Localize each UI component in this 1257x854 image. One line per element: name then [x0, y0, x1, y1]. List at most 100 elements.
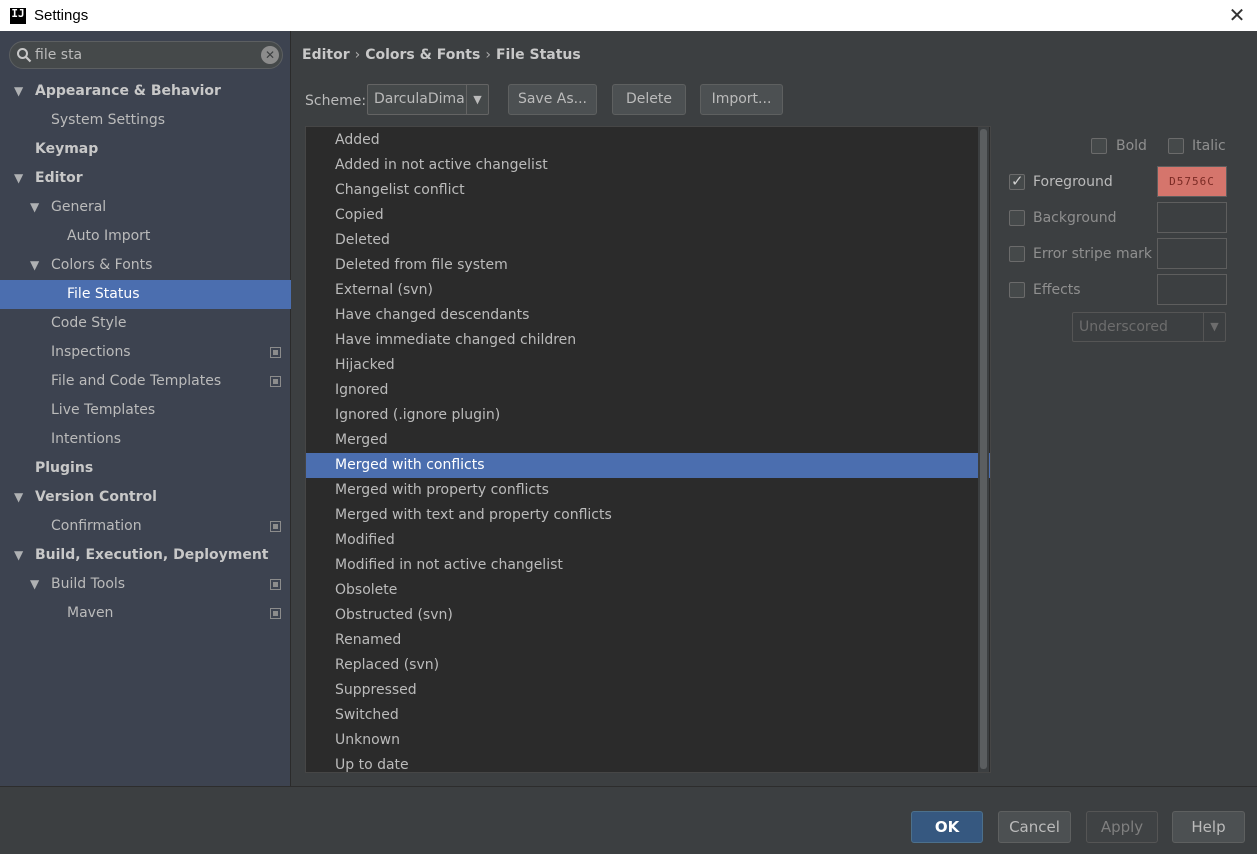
- sidebar-item-build-execution-deployment[interactable]: ▼ Build, Execution, Deployment: [0, 541, 291, 570]
- scheme-dropdown[interactable]: DarculaDima ▼: [367, 84, 489, 115]
- sidebar-item-general[interactable]: ▼ General: [0, 193, 291, 222]
- chevron-down-icon[interactable]: ▼: [30, 570, 42, 599]
- chevron-down-icon[interactable]: ▼: [14, 541, 26, 570]
- list-item[interactable]: Have immediate changed children: [306, 328, 990, 353]
- sidebar-item-build-tools[interactable]: ▼ Build Tools: [0, 570, 291, 599]
- list-item[interactable]: Obsolete: [306, 578, 990, 603]
- list-item[interactable]: Hijacked: [306, 353, 990, 378]
- sidebar-item-keymap[interactable]: Keymap: [0, 135, 291, 164]
- list-item[interactable]: Unknown: [306, 728, 990, 753]
- intellij-app-icon: IJ: [10, 7, 26, 24]
- project-scope-icon: [270, 521, 281, 532]
- sidebar-item-live-templates[interactable]: Live Templates: [0, 396, 291, 425]
- list-item[interactable]: Ignored (.ignore plugin): [306, 403, 990, 428]
- help-button[interactable]: Help: [1172, 811, 1245, 843]
- list-scrollbar[interactable]: [978, 127, 989, 772]
- chevron-down-icon[interactable]: ▼: [30, 193, 42, 222]
- list-item[interactable]: Deleted from file system: [306, 253, 990, 278]
- scheme-label: Scheme:: [305, 93, 367, 109]
- effects-label: Effects: [1033, 282, 1081, 298]
- italic-checkbox[interactable]: [1168, 138, 1184, 154]
- list-item[interactable]: Obstructed (svn): [306, 603, 990, 628]
- sidebar-item-label: Version Control: [35, 489, 157, 505]
- main-panel: Editor › Colors & Fonts › File Status Scheme…: [292, 31, 1257, 786]
- list-item[interactable]: Merged with property conflicts: [306, 478, 990, 503]
- ok-button[interactable]: OK: [911, 811, 983, 843]
- foreground-color-swatch[interactable]: D5756C: [1157, 166, 1227, 197]
- sidebar-item-system-settings[interactable]: System Settings: [0, 106, 291, 135]
- chevron-down-icon[interactable]: ▼: [30, 251, 42, 280]
- effect-type-dropdown[interactable]: Underscored ▼: [1072, 312, 1226, 342]
- search-box: ✕: [9, 41, 283, 69]
- list-item[interactable]: Renamed: [306, 628, 990, 653]
- sidebar-item-file-status[interactable]: File Status: [0, 280, 291, 309]
- list-item[interactable]: Switched: [306, 703, 990, 728]
- clear-search-icon[interactable]: ✕: [261, 46, 279, 64]
- background-color-swatch[interactable]: [1157, 202, 1227, 233]
- file-status-list[interactable]: Added Added in not active changelist Chang…: [305, 126, 991, 773]
- sidebar-item-plugins[interactable]: Plugins: [0, 454, 291, 483]
- list-item[interactable]: Merged: [306, 428, 990, 453]
- list-item[interactable]: Suppressed: [306, 678, 990, 703]
- background-checkbox[interactable]: [1009, 210, 1025, 226]
- sidebar-item-version-control[interactable]: ▼ Version Control: [0, 483, 291, 512]
- list-item[interactable]: Added in not active changelist: [306, 153, 990, 178]
- chevron-down-icon[interactable]: ▼: [14, 164, 26, 193]
- sidebar-item-confirmation[interactable]: Confirmation: [0, 512, 291, 541]
- sidebar-item-label: Live Templates: [51, 402, 156, 418]
- breadcrumb-separator: ›: [354, 47, 361, 63]
- list-item[interactable]: Ignored: [306, 378, 990, 403]
- sidebar-item-appearance-behavior[interactable]: ▼ Appearance & Behavior: [0, 77, 291, 106]
- sidebar-item-inspections[interactable]: Inspections: [0, 338, 291, 367]
- sidebar-item-label: Build, Execution, Deployment: [35, 547, 269, 563]
- sidebar-item-label: Colors & Fonts: [51, 257, 153, 273]
- list-item[interactable]: Modified in not active changelist: [306, 553, 990, 578]
- scrollbar-thumb[interactable]: [980, 129, 987, 769]
- sidebar-item-maven[interactable]: Maven: [0, 599, 291, 628]
- search-input[interactable]: [35, 45, 255, 65]
- sidebar-item-label: File and Code Templates: [51, 373, 222, 389]
- list-item[interactable]: Merged with text and property conflicts: [306, 503, 990, 528]
- list-item[interactable]: Merged with conflicts: [306, 453, 990, 478]
- sidebar-item-label: Build Tools: [51, 576, 126, 592]
- cancel-button[interactable]: Cancel: [998, 811, 1071, 843]
- bold-checkbox[interactable]: [1091, 138, 1107, 154]
- dialog-footer: OK Cancel Apply Help: [0, 786, 1257, 854]
- apply-button[interactable]: Apply: [1086, 811, 1158, 843]
- error-stripe-checkbox[interactable]: [1009, 246, 1025, 262]
- sidebar-item-editor[interactable]: ▼ Editor: [0, 164, 291, 193]
- chevron-down-icon[interactable]: ▼: [466, 85, 488, 114]
- list-item[interactable]: Modified: [306, 528, 990, 553]
- list-item[interactable]: External (svn): [306, 278, 990, 303]
- list-item[interactable]: Have changed descendants: [306, 303, 990, 328]
- foreground-checkbox[interactable]: [1009, 172, 1025, 190]
- breadcrumb-separator: ›: [485, 47, 491, 63]
- title-bar: IJ Settings ✕: [0, 0, 1257, 31]
- delete-button[interactable]: Delete: [612, 84, 686, 115]
- list-item[interactable]: Up to date: [306, 753, 990, 772]
- sidebar-item-intentions[interactable]: Intentions: [0, 425, 291, 454]
- list-item[interactable]: Copied: [306, 203, 990, 228]
- sidebar-item-auto-import[interactable]: Auto Import: [0, 222, 291, 251]
- sidebar-item-code-style[interactable]: Code Style: [0, 309, 291, 338]
- list-item[interactable]: Replaced (svn): [306, 653, 990, 678]
- sidebar-item-label: System Settings: [51, 112, 166, 128]
- sidebar-item-colors-fonts[interactable]: ▼ Colors & Fonts: [0, 251, 291, 280]
- chevron-down-icon[interactable]: ▼: [1203, 313, 1225, 341]
- list-item[interactable]: Deleted: [306, 228, 990, 253]
- list-item[interactable]: Added: [306, 128, 990, 153]
- chevron-down-icon[interactable]: ▼: [14, 77, 26, 106]
- chevron-down-icon[interactable]: ▼: [14, 483, 26, 512]
- project-scope-icon: [270, 376, 281, 387]
- error-stripe-color-swatch[interactable]: [1157, 238, 1227, 269]
- effects-checkbox[interactable]: [1009, 282, 1025, 298]
- sidebar-item-label: General: [51, 199, 107, 215]
- save-as-button[interactable]: Save As...: [508, 84, 597, 115]
- effects-color-swatch[interactable]: [1157, 274, 1227, 305]
- list-item[interactable]: Changelist conflict: [306, 178, 990, 203]
- sidebar-item-label: Auto Import: [67, 228, 151, 244]
- sidebar-item-label: Editor: [35, 170, 83, 186]
- sidebar-item-file-and-code-templates[interactable]: File and Code Templates: [0, 367, 291, 396]
- import-button[interactable]: Import...: [700, 84, 783, 115]
- close-icon[interactable]: ✕: [1225, 3, 1249, 27]
